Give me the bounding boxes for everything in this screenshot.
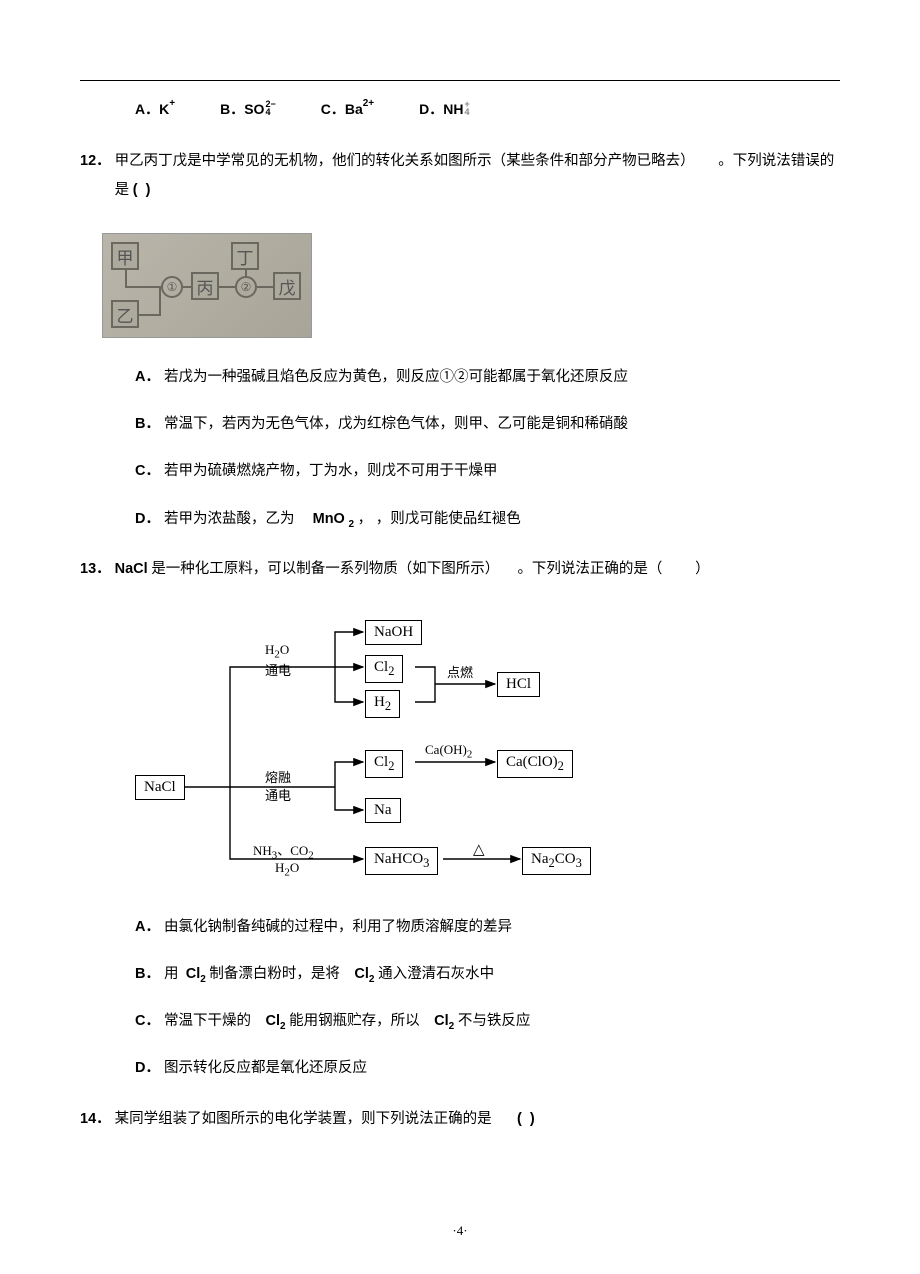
option-b-text: SO — [244, 101, 264, 117]
q12-body: 甲乙丙丁戊是中学常见的无机物，他们的转化关系如图所示（某些条件和部分产物已略去）… — [115, 147, 840, 205]
q12-opt-c: C． 若甲为硫磺燃烧产物，丁为水，则戊不可用于干燥甲 — [135, 460, 840, 483]
option-a: A． K + — [135, 99, 175, 119]
box-cl2-a: Cl2 — [365, 655, 403, 683]
box-na2co3: Na2CO3 — [522, 847, 591, 875]
option-c-label: C． — [321, 99, 345, 119]
q13-body: NaCl 是一种化工原料，可以制备一系列物质（如下图所示） 。下列说法正确的是（… — [115, 555, 840, 584]
q12-opt-b: B． 常温下，若丙为无色气体，戊为红棕色气体，则甲、乙可能是铜和稀硝酸 — [135, 413, 840, 436]
option-c-text: Ba — [345, 101, 363, 117]
top-rule — [80, 80, 840, 81]
q14-stem: 14． 某同学组装了如图所示的电化学装置，则下列说法正确的是 ( ) — [80, 1105, 840, 1134]
page-number: ·4· — [0, 1223, 920, 1239]
option-a-text: K — [159, 101, 169, 117]
q12-opt-d: D． 若甲为浓盐酸，乙为 MnO 2 ， ，则戊可能使品红褪色 — [135, 508, 840, 531]
fig1-c1: ① — [161, 276, 183, 298]
q13-opt-c: C． 常温下干燥的 Cl2 能用钢瓶贮存，所以 Cl2 不与铁反应 — [135, 1010, 840, 1033]
q13-opt-d: D． 图示转化反应都是氧化还原反应 — [135, 1057, 840, 1080]
box-nahco3: NaHCO3 — [365, 847, 438, 875]
box-hcl: HCl — [497, 672, 540, 697]
label-h2o-1: H2O — [265, 642, 289, 661]
option-a-sup: + — [169, 98, 175, 109]
box-cl2-b: Cl2 — [365, 750, 403, 778]
q12-opt-a: A． 若戊为一种强碱且焰色反应为黄色，则反应①②可能都属于氧化还原反应 — [135, 366, 840, 389]
fig1-ding: 丁 — [231, 242, 259, 270]
box-naoh: NaOH — [365, 620, 422, 645]
label-caoh2: Ca(OH)2 — [425, 742, 472, 761]
option-b-supsub: 2− 4 — [265, 100, 275, 116]
label-nh3co2: NH3、CO2 — [253, 840, 314, 862]
q12-options: A． 若戊为一种强碱且焰色反应为黄色，则反应①②可能都属于氧化还原反应 B． 常… — [80, 366, 840, 531]
q13-stem: 13． NaCl 是一种化工原料，可以制备一系列物质（如下图所示） 。下列说法正… — [80, 555, 840, 584]
fig1-jia: 甲 — [111, 242, 139, 270]
option-d-label: D． — [419, 99, 443, 119]
q14-num: 14． — [80, 1105, 111, 1134]
option-c: C． Ba 2+ — [321, 99, 374, 119]
box-caclo2: Ca(ClO)2 — [497, 750, 573, 778]
q13-num: 13． — [80, 555, 111, 584]
option-d-text: NH — [443, 101, 463, 117]
box-h2: H2 — [365, 690, 400, 718]
option-d: D． NH + 4 — [419, 99, 470, 119]
option-c-sup: 2+ — [363, 98, 374, 109]
q14-body: 某同学组装了如图所示的电化学装置，则下列说法正确的是 ( ) — [115, 1105, 840, 1134]
option-a-label: A． — [135, 99, 159, 119]
fig1-yi: 乙 — [111, 300, 139, 328]
label-tongdian-2: 通电 — [265, 785, 291, 804]
option-d-supsub: + 4 — [465, 100, 470, 116]
box-nacl: NaCl — [135, 775, 185, 800]
option-b-label: B． — [220, 99, 244, 119]
q13-opt-b: B． 用 Cl2 制备漂白粉时，是将 Cl2 通入澄清石灰水中 — [135, 963, 840, 986]
q13-opt-a: A． 由氯化钠制备纯碱的过程中，利用了物质溶解度的差异 — [135, 916, 840, 939]
label-h2o-2: H2O — [275, 860, 299, 879]
q12-figure: 甲 乙 丙 丁 戊 ① ② — [102, 233, 312, 338]
label-dianran: 点燃 — [447, 662, 473, 681]
fig1-bing: 丙 — [191, 272, 219, 300]
q13-options: A． 由氯化钠制备纯碱的过程中，利用了物质溶解度的差异 B． 用 Cl2 制备漂… — [80, 916, 840, 1081]
box-na: Na — [365, 798, 401, 823]
label-tongdian-1: 通电 — [265, 660, 291, 679]
q12-num: 12． — [80, 147, 111, 205]
fig1-c2: ② — [235, 276, 257, 298]
q12-stem: 12． 甲乙丙丁戊是中学常见的无机物，他们的转化关系如图所示（某些条件和部分产物… — [80, 147, 840, 205]
q13-figure: NaCl NaOH Cl2 H2 HCl Cl2 Na Ca(ClO)2 NaH… — [135, 612, 615, 892]
option-b: B． SO 2− 4 — [220, 99, 276, 119]
label-rongron: 熔融 — [265, 767, 291, 786]
fig1-wu: 戊 — [273, 272, 301, 300]
q11-options: A． K + B． SO 2− 4 C． Ba 2+ D． NH + 4 — [80, 99, 840, 119]
label-delta: △ — [473, 840, 485, 859]
